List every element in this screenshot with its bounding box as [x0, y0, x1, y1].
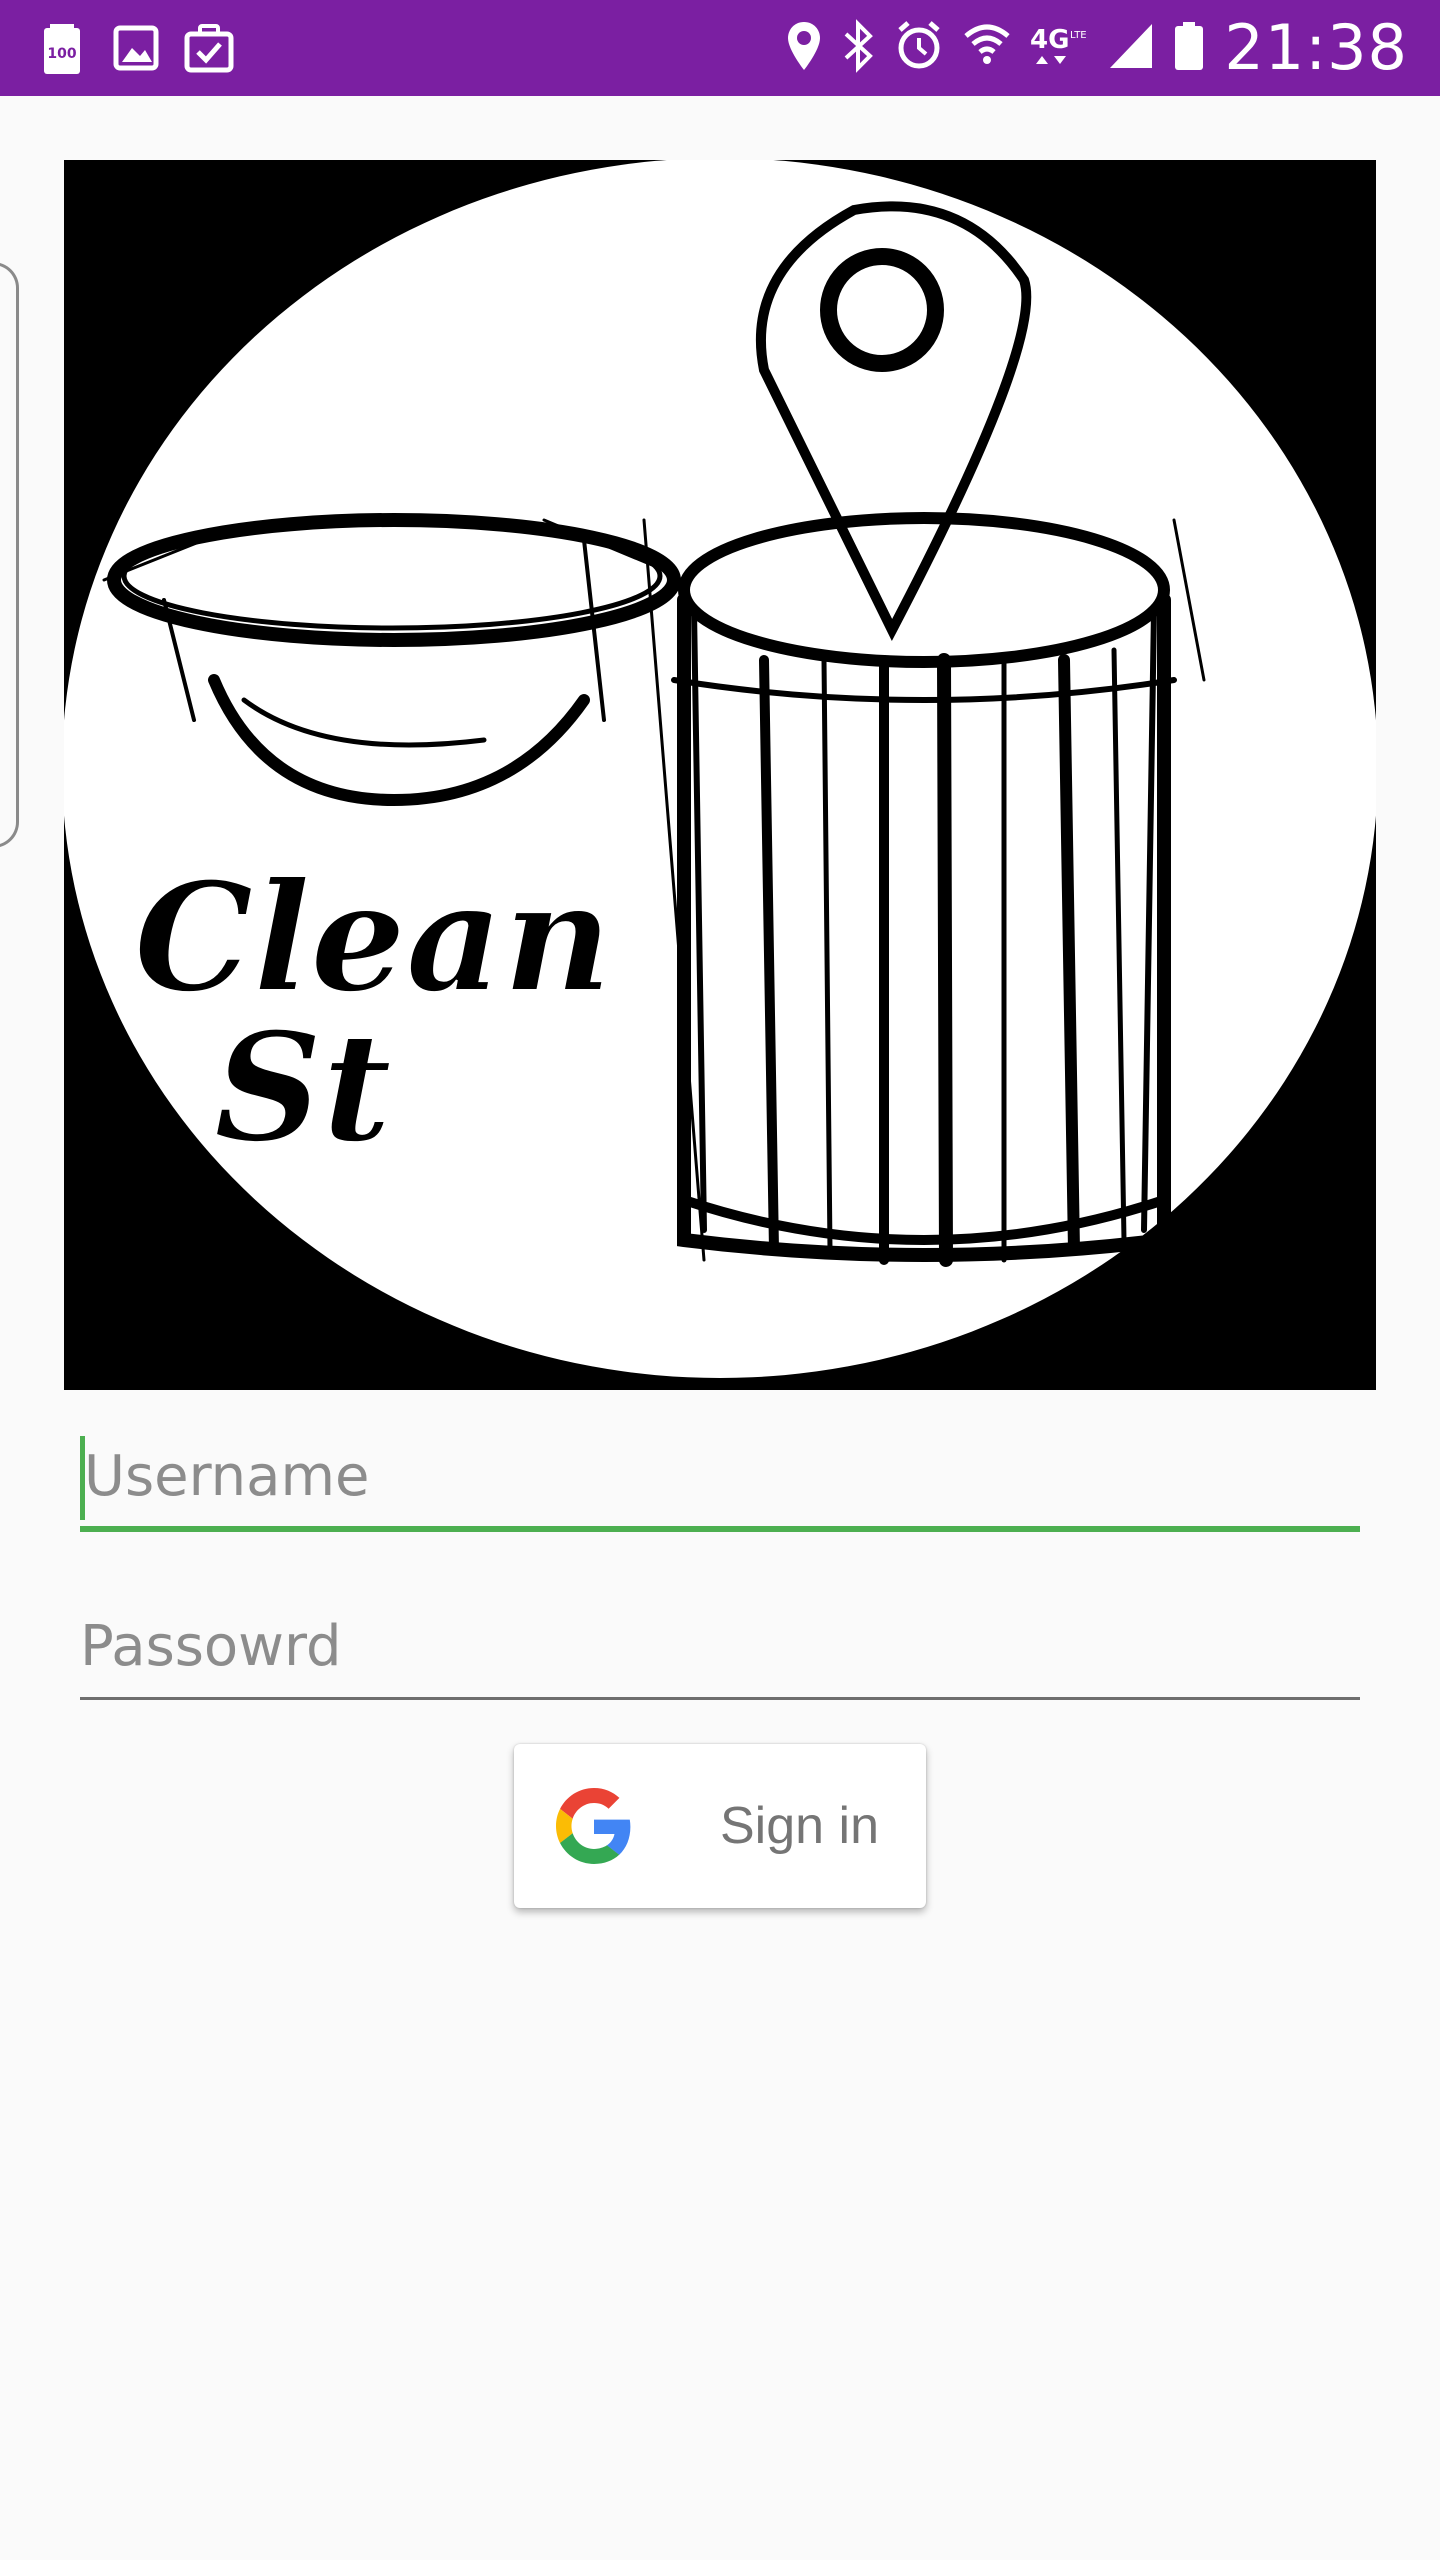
status-time: 21:38 — [1224, 11, 1408, 84]
text-caret — [80, 1436, 85, 1520]
image-icon — [112, 20, 159, 72]
4g-lte-icon: 4G LTE — [1030, 18, 1090, 78]
logo-text-st: St — [214, 1000, 392, 1176]
username-field-container — [80, 1432, 1364, 1532]
bluetooth-icon — [842, 18, 876, 78]
status-right-icons: 4G LTE 21:38 — [784, 12, 1408, 84]
battery-icon — [1172, 18, 1206, 78]
username-input[interactable] — [80, 1432, 1364, 1522]
password-underline — [80, 1697, 1360, 1700]
alarm-icon — [894, 18, 944, 78]
password-field-container — [80, 1602, 1360, 1700]
status-bar: 100 4G LTE 21:38 — [0, 0, 1440, 96]
edge-panel-handle[interactable] — [0, 262, 19, 848]
status-left-icons: 100 — [40, 20, 234, 74]
username-underline — [80, 1526, 1360, 1532]
signal-icon — [1108, 18, 1154, 78]
google-sign-in-button[interactable]: Sign in — [514, 1744, 926, 1908]
clean-st-logo-image: Clean St — [64, 160, 1376, 1390]
work-bag-icon — [184, 20, 234, 73]
location-pin-icon — [784, 18, 824, 78]
password-input[interactable] — [80, 1602, 1360, 1692]
wifi-icon — [962, 18, 1012, 78]
google-g-icon — [556, 1788, 632, 1864]
svg-text:4G: 4G — [1030, 25, 1069, 55]
battery-100-icon: 100 — [40, 20, 84, 74]
svg-text:LTE: LTE — [1070, 30, 1087, 41]
sign-in-label: Sign in — [720, 1797, 879, 1855]
svg-text:100: 100 — [47, 46, 76, 62]
app-logo: Clean St — [64, 160, 1376, 1390]
